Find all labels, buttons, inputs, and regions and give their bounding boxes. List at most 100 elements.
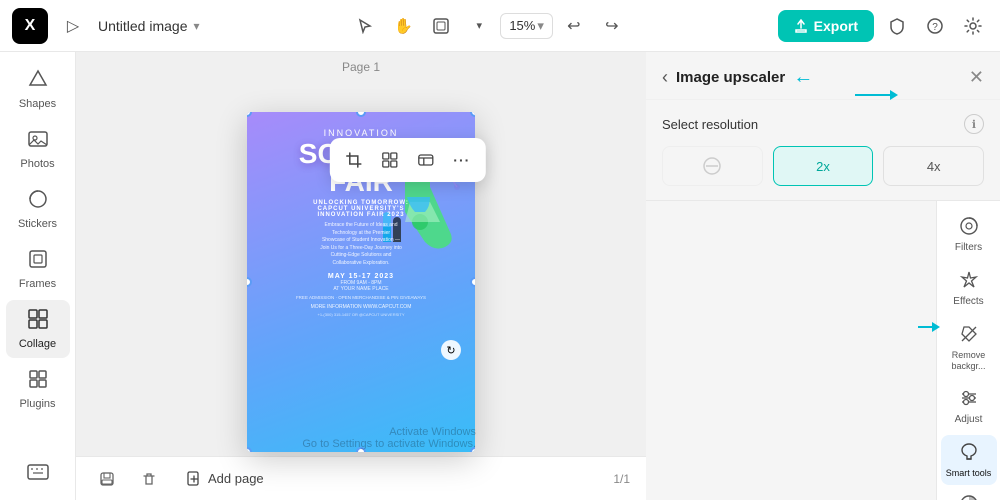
right-section: ‹ Image upscaler ← ✕ Select resolution ℹ: [646, 52, 1000, 500]
frame-dropdown-button[interactable]: ▾: [462, 9, 496, 43]
export-icon: [794, 19, 808, 33]
page-indicator: 1/1: [613, 472, 630, 486]
right-tools-row: Filters Effects: [646, 201, 1000, 500]
poster-venue: AT YOUR NAME PLACE: [259, 286, 463, 292]
poster-innovation-text: INNOVATION: [259, 128, 463, 138]
resolution-option-4x[interactable]: 4x: [883, 146, 984, 186]
filters-icon: [959, 216, 979, 239]
resolution-label-row: Select resolution ℹ: [662, 114, 984, 134]
collage-label: Collage: [19, 338, 56, 350]
export-button[interactable]: Export: [778, 10, 874, 42]
close-icon: ✕: [969, 67, 984, 87]
upscaler-back-button[interactable]: ‹: [662, 67, 668, 88]
app-logo[interactable]: X: [12, 8, 48, 44]
resolution-option-2x[interactable]: 2x: [773, 146, 874, 186]
help-icon: ?: [926, 17, 944, 35]
tools-sidebar: Filters Effects: [936, 201, 1000, 500]
resolution-2x-label: 2x: [816, 159, 830, 174]
zoom-value: 15%: [509, 18, 535, 33]
no-entry-icon: [702, 156, 722, 176]
delete-button[interactable]: [134, 464, 164, 494]
zoom-control[interactable]: 15% ▾: [500, 13, 553, 39]
plugins-label: Plugins: [19, 398, 55, 410]
canvas-area: Page 1: [76, 52, 646, 500]
collage-icon: [27, 308, 49, 334]
resolution-info-button[interactable]: ℹ: [964, 114, 984, 134]
effects-label: Effects: [953, 296, 983, 308]
resolution-options: 2x 4x: [662, 146, 984, 186]
svg-text:?: ?: [932, 22, 938, 33]
shield-icon-button[interactable]: [882, 11, 912, 41]
sidebar-item-stickers[interactable]: Stickers: [6, 180, 70, 238]
adjust-icon: [959, 388, 979, 411]
add-page-button[interactable]: Add page: [176, 465, 274, 493]
resolution-option-disabled[interactable]: [662, 146, 763, 186]
canvas-floating-toolbar: ···: [330, 138, 486, 182]
save-icon: [99, 471, 115, 487]
help-icon-button[interactable]: ?: [920, 11, 950, 41]
document-title-area[interactable]: Untitled image ▾: [98, 18, 200, 34]
panel-spacer: [646, 201, 936, 500]
left-sidebar: Shapes Photos Stickers: [0, 52, 76, 500]
main-area: Shapes Photos Stickers: [0, 52, 1000, 500]
canvas-content[interactable]: ··· ↻: [76, 78, 646, 456]
upscaler-close-button[interactable]: ✕: [969, 67, 984, 88]
poster-subtitle: UNLOCKING TOMORROW:CAPCUT UNIVERSITY'SIN…: [259, 200, 463, 218]
tool-opacity[interactable]: Opacity: [941, 487, 997, 500]
undo-button[interactable]: ↩: [557, 9, 591, 43]
grid-icon: [382, 152, 398, 168]
page-label: Page 1: [76, 52, 646, 78]
opacity-icon: [959, 494, 979, 500]
keyboard-icon: [27, 464, 49, 484]
export-label: Export: [814, 18, 858, 34]
upscaler-title-row: ‹ Image upscaler ←: [662, 66, 813, 89]
hand-tool-button[interactable]: ✋: [386, 9, 420, 43]
sidebar-item-shapes[interactable]: Shapes: [6, 60, 70, 118]
trash-icon: [141, 471, 157, 487]
topbar: X ▷ Untitled image ▾ ✋ ▾ 15% ▾ ↩: [0, 0, 1000, 52]
save-to-disk-button[interactable]: [92, 464, 122, 494]
remove-bg-label: Remove backgr...: [945, 350, 993, 372]
redo-button[interactable]: ↪: [595, 9, 629, 43]
select-tool-button[interactable]: [348, 9, 382, 43]
settings-icon-button[interactable]: [958, 11, 988, 41]
crop-button[interactable]: [338, 144, 370, 176]
tool-filters[interactable]: Filters: [941, 209, 997, 261]
tool-effects[interactable]: Effects: [941, 263, 997, 315]
frames-label: Frames: [19, 278, 56, 290]
bottom-bar: Add page 1/1: [76, 456, 646, 500]
dropdown-icon: ▾: [194, 19, 200, 33]
adjust-label: Adjust: [955, 414, 983, 426]
poster-details: FREE ADMISSION · OPEN MERCHANDISE & PIN …: [259, 295, 463, 300]
sidebar-item-frames[interactable]: Frames: [6, 240, 70, 298]
topbar-center-tools: ✋ ▾ 15% ▾ ↩ ↪: [348, 9, 629, 43]
remove-bg-icon: [959, 324, 979, 347]
sidebar-item-plugins[interactable]: Plugins: [6, 360, 70, 418]
smart-tools-icon: [959, 442, 979, 465]
add-page-icon: [186, 471, 202, 487]
undo-icon: ↩: [567, 16, 580, 36]
poster-body-text: Embrace the Future of Ideas andTechnolog…: [259, 222, 463, 267]
plugins-icon: [27, 368, 49, 394]
document-title: Untitled image: [98, 18, 188, 34]
sidebar-item-collage[interactable]: Collage: [6, 300, 70, 358]
media-button[interactable]: [410, 144, 442, 176]
upscaler-panel: ‹ Image upscaler ← ✕ Select resolution ℹ: [646, 52, 1000, 201]
more-options-button[interactable]: ···: [446, 144, 478, 176]
grid-view-button[interactable]: [374, 144, 406, 176]
sidebar-item-photos[interactable]: Photos: [6, 120, 70, 178]
sidebar-item-keyboard[interactable]: [6, 456, 70, 492]
upscaler-header: ‹ Image upscaler ← ✕: [646, 52, 1000, 100]
resolution-4x-label: 4x: [927, 159, 941, 174]
upscaler-arrow-indicator: ←: [793, 66, 813, 89]
tool-smart-tools[interactable]: Smart tools: [941, 435, 997, 486]
frame-tool-button[interactable]: [424, 9, 458, 43]
cursor-icon: [357, 18, 373, 34]
more-dots-icon: ···: [453, 152, 470, 168]
shapes-label: Shapes: [19, 98, 56, 110]
frame-icon: [432, 17, 450, 35]
cloud-save-button[interactable]: ▷: [56, 9, 90, 43]
logo-text: X: [25, 17, 36, 35]
tool-adjust[interactable]: Adjust: [941, 381, 997, 433]
tool-remove-bg[interactable]: Remove backgr...: [941, 317, 997, 379]
